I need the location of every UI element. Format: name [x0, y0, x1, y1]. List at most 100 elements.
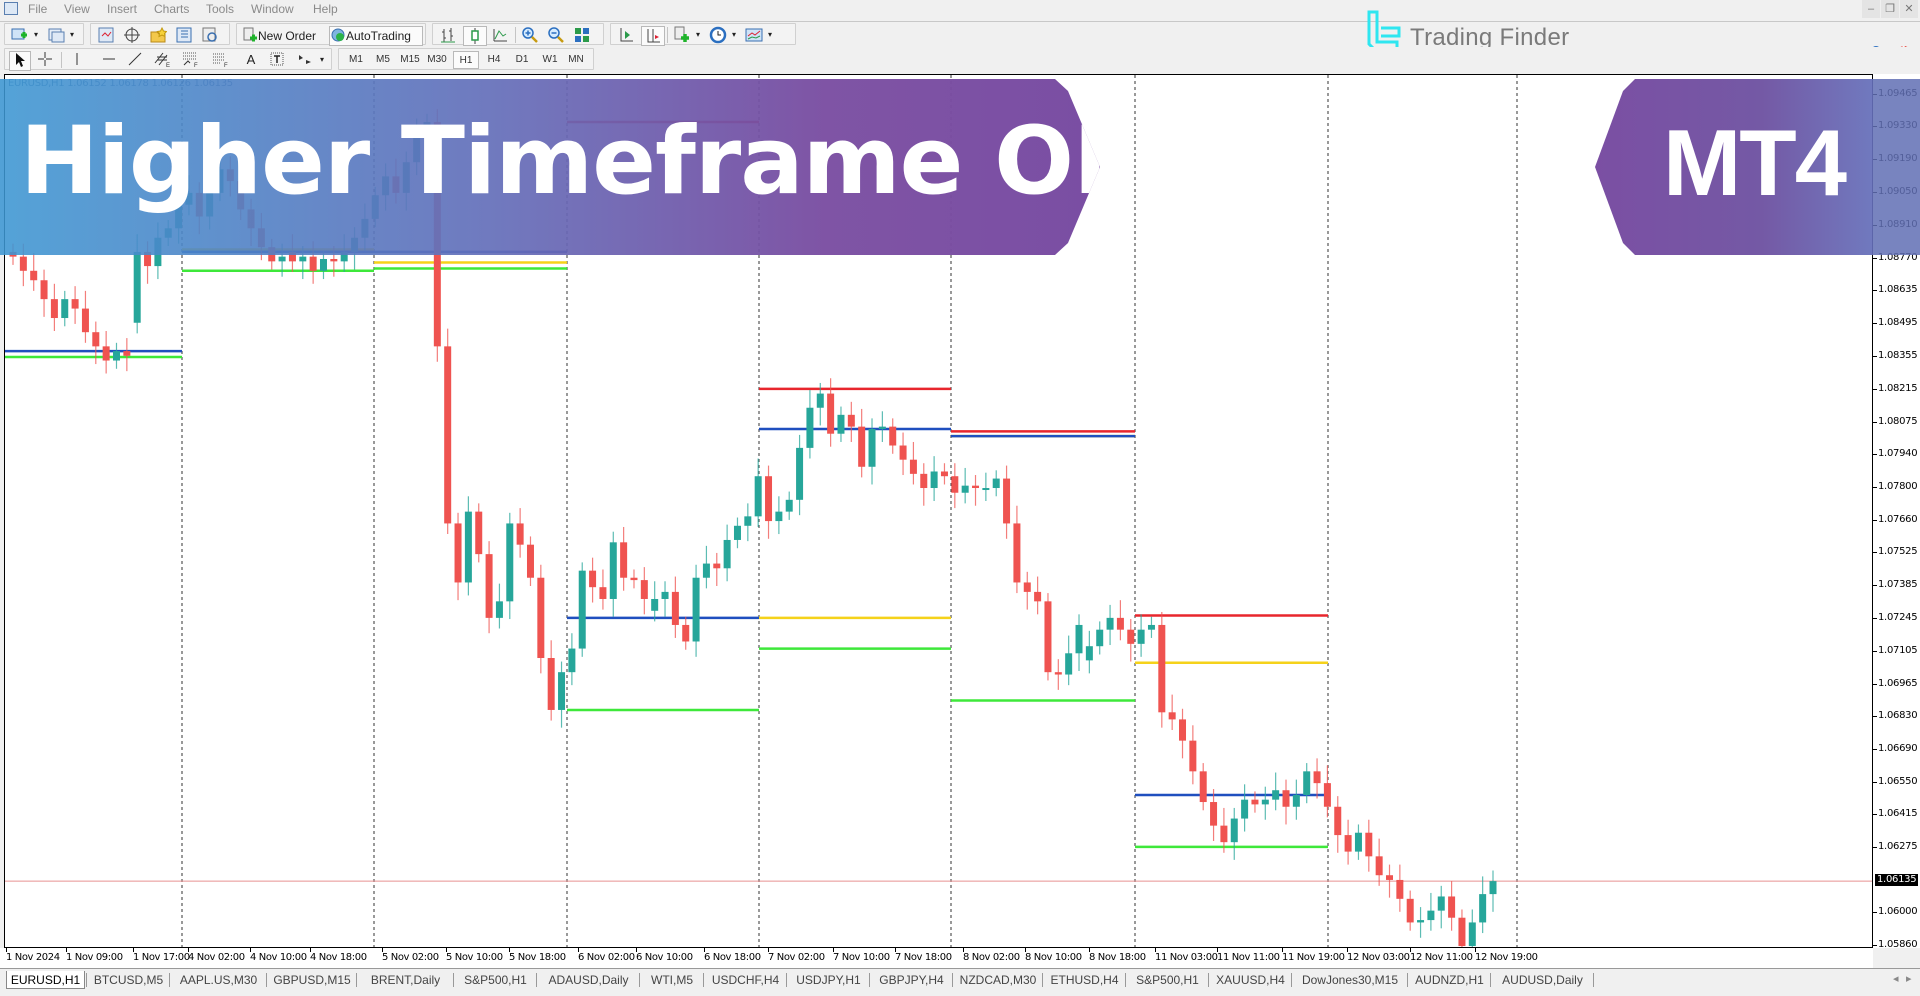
timeframe-m30[interactable]: M30 [424, 51, 450, 69]
candlestick-icon[interactable] [463, 26, 487, 46]
chart-tab[interactable]: AUDUSD,Daily [1493, 971, 1592, 989]
candle-bearish [71, 299, 79, 309]
candle-bullish [651, 598, 659, 611]
new-order-button[interactable]: New Order [241, 26, 327, 46]
candle-bullish [992, 478, 1000, 489]
zoom-in-icon[interactable] [519, 26, 541, 44]
chart-tab[interactable]: USDCHF,H4 [706, 971, 785, 989]
timeframe-m1[interactable]: M1 [343, 51, 369, 69]
timeframe-h4[interactable]: H4 [481, 51, 507, 69]
tab-separator [703, 973, 704, 987]
indicators-icon[interactable] [671, 26, 693, 44]
arrows-dropdown-icon[interactable]: ▾ [317, 51, 327, 69]
zoom-out-icon[interactable] [545, 26, 567, 44]
bar-chart-icon[interactable] [437, 26, 459, 44]
timeframe-h1[interactable]: H1 [453, 51, 479, 69]
text-label-icon[interactable] [267, 51, 287, 69]
chart-tab[interactable]: USDJPY,H1 [789, 971, 868, 989]
price-label: 1.06830 [1878, 710, 1918, 722]
platform-badge: MT4 [1595, 79, 1873, 255]
menu-file[interactable]: File [28, 2, 47, 16]
equidistant-channel-icon[interactable]: E [151, 51, 175, 69]
candle-bearish [454, 523, 462, 583]
vertical-line-icon[interactable] [67, 51, 87, 69]
templates-dropdown-icon[interactable]: ▾ [765, 26, 775, 44]
data-window-icon[interactable] [121, 26, 143, 44]
candle-bearish [123, 351, 131, 356]
price-label: 1.08355 [1878, 349, 1918, 361]
chart-tab[interactable]: WTI,M5 [642, 971, 702, 989]
timeframe-d1[interactable]: D1 [509, 51, 535, 69]
fibonacci-retracement-icon[interactable]: F [179, 51, 203, 69]
arrows-icon[interactable] [295, 51, 315, 69]
cursor-icon[interactable] [9, 51, 31, 71]
auto-scroll-icon[interactable] [615, 26, 637, 44]
menu-help[interactable]: Help [313, 2, 338, 16]
menu-tools[interactable]: Tools [206, 2, 234, 16]
indicators-dropdown-icon[interactable]: ▾ [693, 26, 703, 44]
menu-view[interactable]: View [64, 2, 90, 16]
chart-tab[interactable]: ETHUSD,H4 [1045, 971, 1124, 989]
tab-separator [169, 973, 170, 987]
chart-tab[interactable]: AUDNZD,H1 [1410, 971, 1489, 989]
navigator-icon[interactable] [147, 26, 169, 44]
candle-bearish [972, 485, 980, 489]
periods-dropdown-icon[interactable]: ▾ [729, 26, 739, 44]
menu-window[interactable]: Window [251, 2, 294, 16]
trendline-icon[interactable] [125, 51, 145, 69]
strategy-tester-icon[interactable] [199, 26, 221, 44]
chart-tab[interactable]: NZDCAD,M30 [955, 971, 1041, 989]
time-label: 4 Nov 02:00 [188, 952, 245, 963]
time-label: 11 Nov 11:00 [1217, 952, 1280, 963]
chart-tab[interactable]: BRENT,Daily [359, 971, 452, 989]
chart-tab[interactable]: ADAUSD,Daily [539, 971, 638, 989]
tab-separator [536, 973, 537, 987]
candle-bullish [1230, 818, 1238, 843]
price-tick [1873, 551, 1877, 553]
menu-bar: File View Insert Charts Tools Window Hel… [0, 0, 1920, 18]
tabs-scroll-left-icon[interactable]: ◂ [1893, 972, 1899, 985]
chart-tab[interactable]: GBPJPY,H4 [872, 971, 951, 989]
tab-separator [869, 973, 870, 987]
candle-bullish [930, 471, 938, 489]
text-icon[interactable]: A [241, 51, 261, 69]
line-chart-icon[interactable] [489, 26, 511, 44]
tile-windows-icon[interactable] [571, 26, 593, 44]
chart-tab[interactable]: BTCUSD,M5 [89, 971, 168, 989]
timeframe-w1[interactable]: W1 [537, 51, 563, 69]
autotrading-button[interactable]: AutoTrading [329, 26, 423, 46]
restore-icon[interactable]: ❐ [1881, 0, 1899, 18]
tab-separator [86, 973, 87, 987]
timeframe-m15[interactable]: M15 [397, 51, 423, 69]
chart-tab[interactable]: S&P500,H1 [1128, 971, 1207, 989]
menu-charts[interactable]: Charts [154, 2, 189, 16]
terminal-icon[interactable] [173, 26, 195, 44]
profiles-icon[interactable] [45, 26, 67, 44]
fibonacci-expansion-icon[interactable]: F [209, 51, 233, 69]
chart-tab[interactable]: AAPL.US,M30 [172, 971, 265, 989]
chart-tab[interactable]: GBPUSD,M15 [269, 971, 355, 989]
chart-shift-icon[interactable] [641, 26, 665, 46]
time-axis[interactable]: 1 Nov 2024 1 Nov 09:00 1 Nov 17:00 4 Nov 02… [0, 948, 1873, 968]
templates-icon[interactable] [743, 26, 765, 44]
candle-bullish [754, 476, 762, 517]
minimize-icon[interactable]: – [1862, 0, 1880, 18]
tabs-scroll-right-icon[interactable]: ▸ [1906, 972, 1912, 985]
profiles-dropdown-icon[interactable]: ▾ [67, 26, 77, 44]
horizontal-line-icon[interactable] [99, 51, 119, 69]
timeframe-m5[interactable]: M5 [370, 51, 396, 69]
toolbar-group-chart [432, 23, 604, 46]
market-watch-icon[interactable] [95, 26, 117, 44]
chart-tab[interactable]: DowJones30,M15 [1294, 971, 1406, 989]
timeframe-mn[interactable]: MN [563, 51, 589, 69]
chart-tab[interactable]: EURUSD,H1 [6, 971, 85, 989]
crosshair-icon[interactable] [35, 51, 55, 69]
menu-insert[interactable]: Insert [107, 2, 137, 16]
chart-tab[interactable]: XAUUSD,H4 [1211, 971, 1290, 989]
new-chart-dropdown-icon[interactable]: ▾ [31, 26, 41, 44]
close-icon[interactable]: ✕ [1900, 0, 1918, 18]
candle-bearish [485, 554, 493, 618]
periods-icon[interactable] [707, 26, 729, 44]
new-chart-icon[interactable] [9, 26, 31, 44]
chart-tab[interactable]: S&P500,H1 [456, 971, 535, 989]
